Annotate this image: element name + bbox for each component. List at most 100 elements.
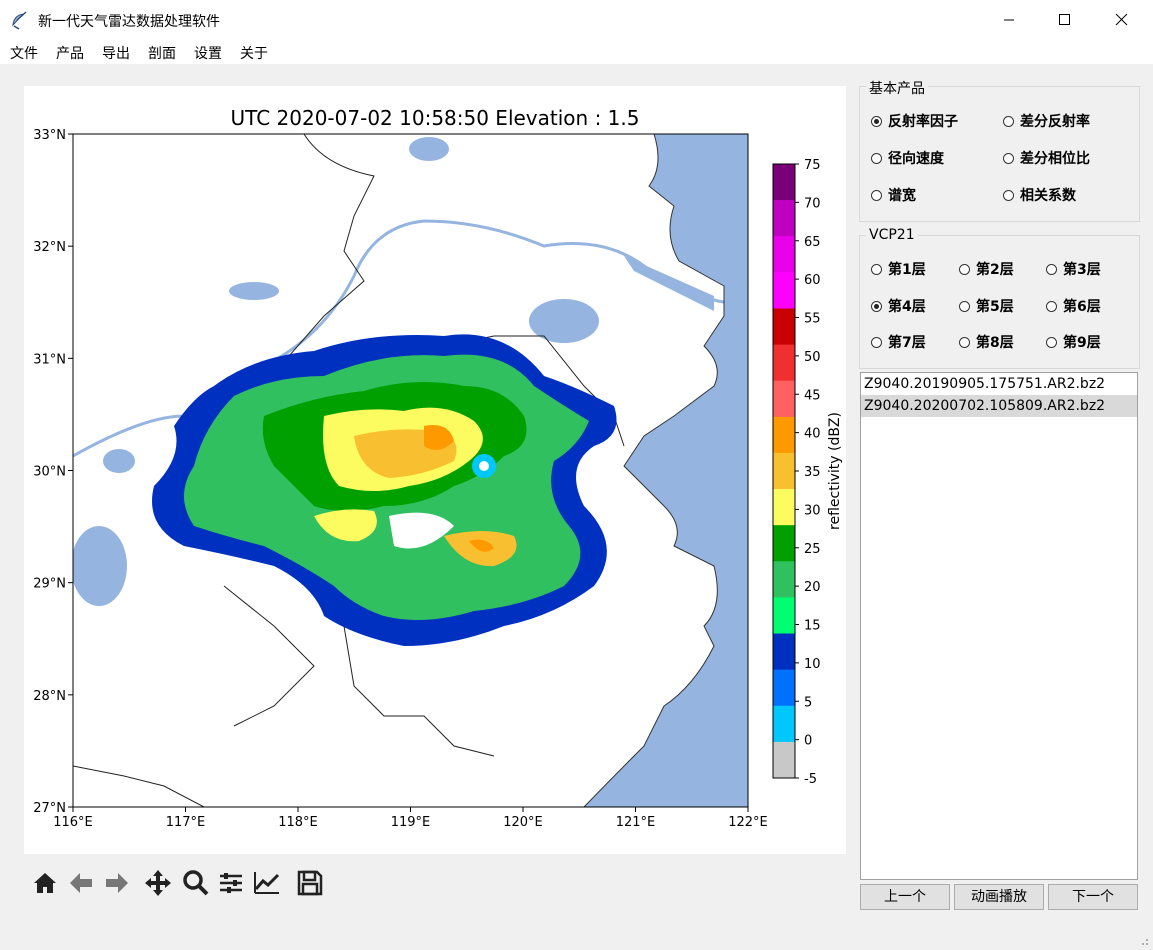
- menu-product[interactable]: 产品: [56, 43, 84, 63]
- colorbar-tick-label: 40: [804, 427, 821, 442]
- colorbar-segment: [773, 489, 795, 526]
- radio-label: 第8层: [976, 335, 1014, 351]
- radio-dot: [1003, 115, 1014, 127]
- radio-label: 第2层: [976, 262, 1014, 278]
- menu-section[interactable]: 剖面: [148, 43, 176, 63]
- radio-reflectivity[interactable]: 反射率因子: [871, 112, 958, 132]
- lon-tick-label: 117°E: [166, 815, 206, 830]
- radio-layer-4[interactable]: 第4层: [871, 297, 926, 317]
- lat-tick-label: 33°N: [33, 128, 66, 143]
- lat-tick-label: 29°N: [33, 577, 66, 592]
- radio-dot: [959, 336, 970, 348]
- radio-differential-phase[interactable]: 差分相位比: [1003, 149, 1090, 169]
- colorbar-tick-label: -5: [804, 772, 817, 787]
- colorbar-tick-label: 35: [804, 465, 821, 480]
- lat-tick-label: 30°N: [33, 465, 66, 480]
- configure-subplots-icon[interactable]: [216, 868, 246, 898]
- radio-dot: [959, 263, 970, 275]
- file-list[interactable]: Z9040.20190905.175751.AR2.bz2 Z9040.2020…: [860, 372, 1138, 880]
- radio-label: 差分相位比: [1020, 151, 1090, 167]
- radio-layer-2[interactable]: 第2层: [959, 260, 1014, 280]
- radio-label: 相关系数: [1020, 188, 1076, 204]
- radio-radial-velocity[interactable]: 径向速度: [871, 149, 944, 169]
- radio-label: 第9层: [1063, 335, 1101, 351]
- radio-label: 第3层: [1063, 262, 1101, 278]
- lake-chao: [229, 282, 279, 300]
- lon-tick-label: 116°E: [53, 815, 93, 830]
- colorbar-tick-label: 75: [804, 158, 821, 173]
- next-button[interactable]: 下一个: [1048, 884, 1138, 910]
- menu-file[interactable]: 文件: [10, 43, 38, 63]
- radio-dot: [1046, 336, 1057, 348]
- radio-layer-9[interactable]: 第9层: [1046, 333, 1101, 353]
- save-icon[interactable]: [295, 868, 325, 898]
- radio-label: 第6层: [1063, 299, 1101, 315]
- animate-button[interactable]: 动画播放: [954, 884, 1044, 910]
- radio-label: 第7层: [888, 335, 926, 351]
- list-item-selected[interactable]: Z9040.20200702.105809.AR2.bz2: [861, 395, 1137, 417]
- colorbar-segment: [773, 380, 795, 418]
- menu-settings[interactable]: 设置: [194, 43, 222, 63]
- lat-tick-label: 32°N: [33, 240, 66, 255]
- menu-bar: 文件 产品 导出 剖面 设置 关于: [0, 40, 1153, 64]
- radar-map[interactable]: 116°E 117°E 118°E 119°E 120°E 121°E 122°E 33°N 3…: [24, 86, 846, 854]
- radio-label: 第4层: [888, 299, 926, 315]
- radio-spectrum-width[interactable]: 谱宽: [871, 186, 916, 206]
- maximize-button[interactable]: [1036, 0, 1094, 40]
- colorbar-segment: [773, 164, 795, 201]
- list-item[interactable]: Z9040.20190905.175751.AR2.bz2: [861, 373, 1137, 395]
- colorbar-segment: [773, 272, 795, 309]
- radio-dot: [871, 300, 882, 312]
- colorbar-tick-label: 0: [804, 734, 812, 749]
- radio-dot: [871, 336, 882, 348]
- colorbar-segment: [773, 236, 795, 273]
- radio-layer-8[interactable]: 第8层: [959, 333, 1014, 353]
- maximize-icon: [1059, 14, 1070, 25]
- colorbar-tick-label: 45: [804, 388, 821, 403]
- window-title: 新一代天气雷达数据处理软件: [38, 14, 220, 30]
- radio-label: 反射率因子: [888, 114, 958, 130]
- radio-dot: [871, 189, 882, 201]
- radio-differential-reflectivity[interactable]: 差分反射率: [1003, 112, 1090, 132]
- radio-label: 径向速度: [888, 151, 944, 167]
- plot-canvas[interactable]: UTC 2020-07-02 10:58:50 Elevation : 1.5: [24, 86, 846, 854]
- lake-small: [103, 449, 135, 473]
- radio-layer-1[interactable]: 第1层: [871, 260, 926, 280]
- radio-dot: [1046, 300, 1057, 312]
- minimize-button[interactable]: [980, 0, 1038, 40]
- home-icon[interactable]: [30, 868, 60, 898]
- radio-layer-6[interactable]: 第6层: [1046, 297, 1101, 317]
- forward-icon[interactable]: [102, 868, 132, 898]
- lat-tick-label: 28°N: [33, 689, 66, 704]
- radio-layer-7[interactable]: 第7层: [871, 333, 926, 353]
- colorbar-segment: [773, 705, 795, 743]
- radio-layer-3[interactable]: 第3层: [1046, 260, 1101, 280]
- colorbar-tick-label: 25: [804, 542, 821, 557]
- colorbar-segment: [773, 669, 795, 707]
- radio-label: 第5层: [976, 299, 1014, 315]
- colorbar-tick-label: 70: [804, 196, 821, 211]
- resize-grip-icon[interactable]: [1138, 935, 1150, 947]
- radio-correlation-coefficient[interactable]: 相关系数: [1003, 186, 1076, 206]
- colorbar-segment: [773, 344, 795, 382]
- lake-poyang: [73, 526, 127, 606]
- colorbar-tick-label: 5: [804, 695, 812, 710]
- lon-tick-label: 121°E: [616, 815, 656, 830]
- back-icon[interactable]: [66, 868, 96, 898]
- radio-label: 第1层: [888, 262, 926, 278]
- lon-tick-label: 122°E: [728, 815, 768, 830]
- prev-button[interactable]: 上一个: [860, 884, 950, 910]
- satellite-dish-icon: [12, 11, 27, 30]
- radio-label: 差分反射率: [1020, 114, 1090, 130]
- title-bar: 新一代天气雷达数据处理软件: [0, 0, 1153, 40]
- close-button[interactable]: [1093, 0, 1151, 40]
- menu-export[interactable]: 导出: [102, 43, 130, 63]
- zoom-icon[interactable]: [181, 868, 211, 898]
- pan-icon[interactable]: [143, 868, 173, 898]
- radio-dot: [1003, 189, 1014, 201]
- menu-about[interactable]: 关于: [240, 43, 268, 63]
- edit-axis-icon[interactable]: [252, 868, 282, 898]
- radio-layer-5[interactable]: 第5层: [959, 297, 1014, 317]
- radio-dot: [959, 300, 970, 312]
- colorbar-tick-label: 10: [804, 657, 821, 672]
